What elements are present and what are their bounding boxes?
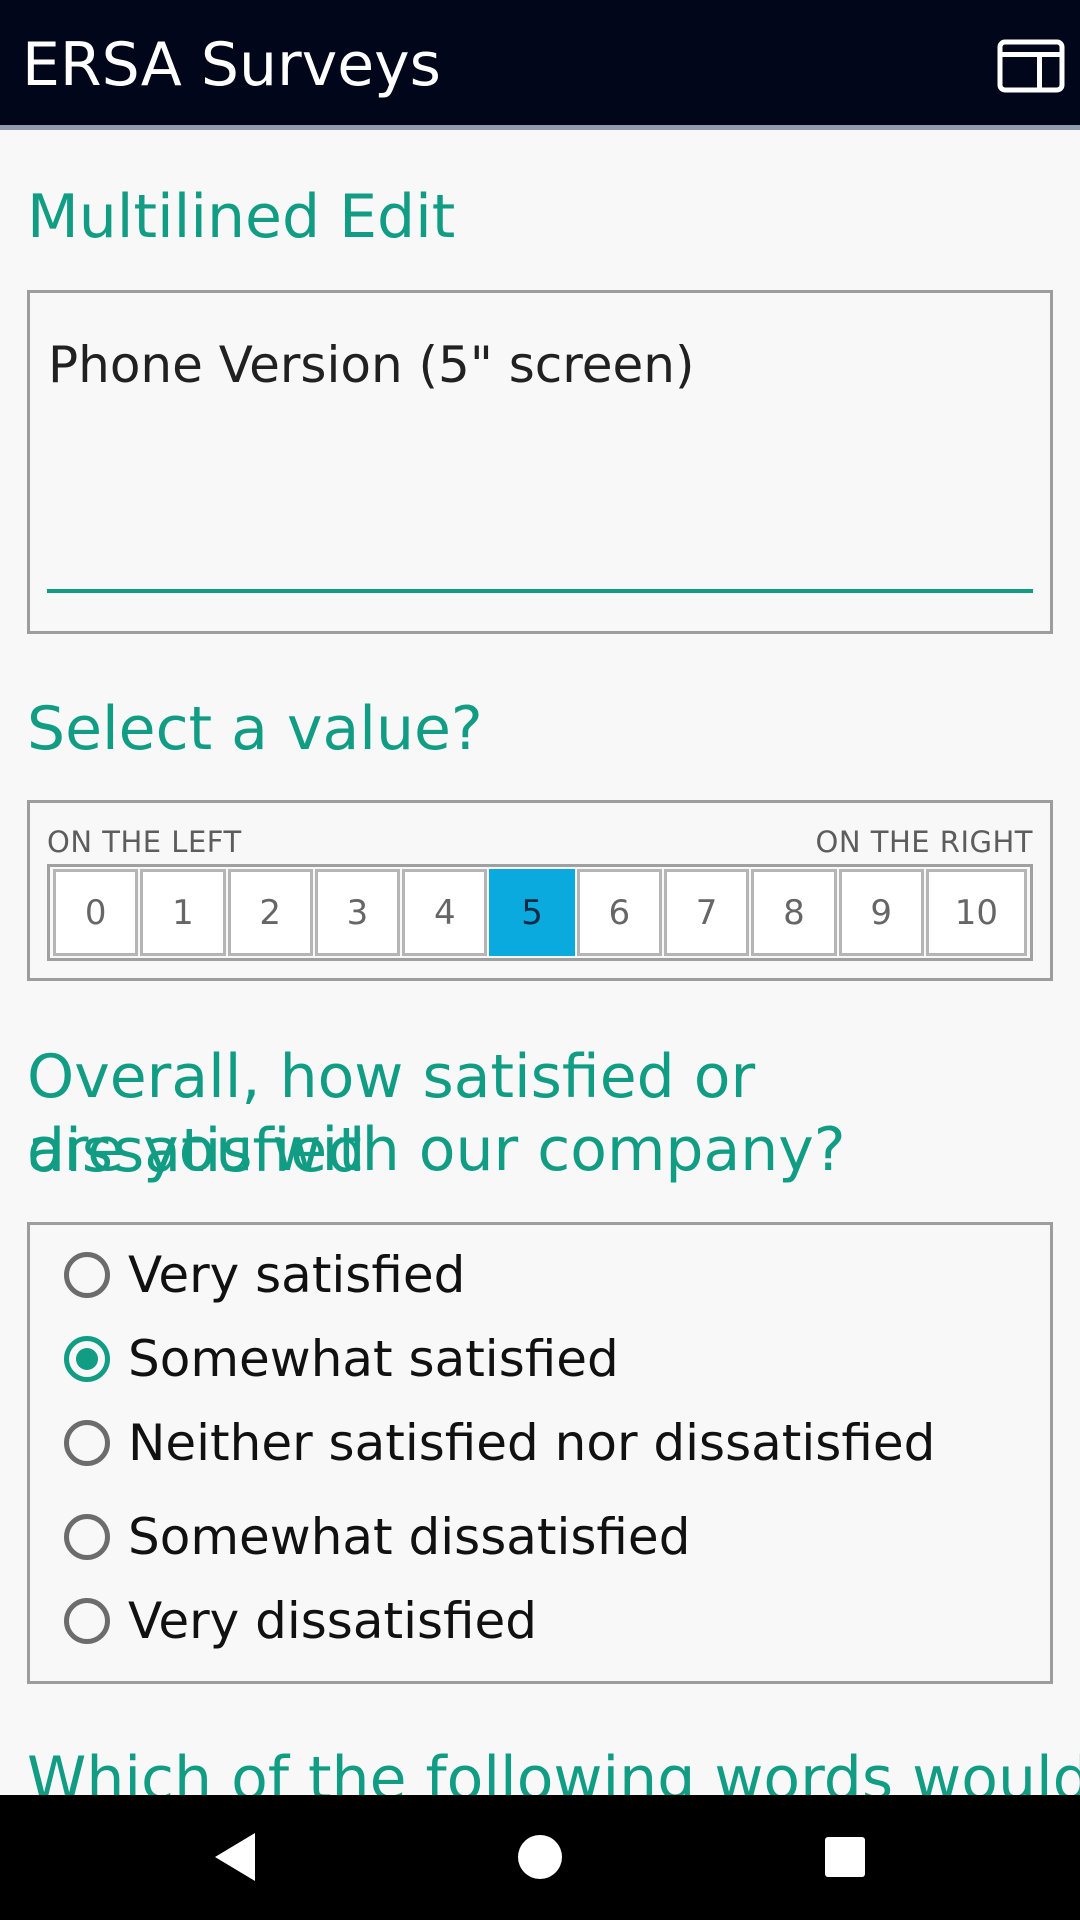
question-title-satisfaction-line2: are you with our company? [27, 1115, 846, 1185]
radio-group-box: Very satisfied Somewhat satisfied Neithe… [27, 1222, 1053, 1684]
radio-label: Neither satisfied nor dissatisfied [128, 1414, 936, 1472]
input-underline [47, 589, 1033, 593]
radio-option-very-dissatisfied[interactable]: Very dissatisfied [64, 1586, 537, 1656]
scale-option-6[interactable]: 6 [576, 869, 662, 956]
scale-option-9[interactable]: 9 [838, 869, 924, 956]
question-title-words: Which of the following words would [27, 1744, 1080, 1795]
radio-label: Very dissatisfied [128, 1592, 538, 1650]
multiline-edit-box: Phone Version (5" screen) [27, 290, 1053, 634]
radio-unchecked-icon[interactable] [64, 1598, 110, 1644]
scale-option-5[interactable]: 5 [489, 869, 575, 956]
scale-right-label: ON THE RIGHT [815, 825, 1033, 859]
radio-unchecked-icon[interactable] [64, 1420, 110, 1466]
scale-option-3[interactable]: 3 [314, 869, 401, 956]
radio-label: Somewhat dissatisfied [128, 1508, 691, 1566]
radio-option-very-satisfied[interactable]: Very satisfied [64, 1240, 465, 1310]
scale-box: ON THE LEFT ON THE RIGHT 0 1 2 3 4 5 6 7… [27, 800, 1053, 981]
app-title: ERSA Surveys [22, 30, 441, 100]
question-title-select-value: Select a value? [27, 694, 483, 764]
radio-option-somewhat-dissatisfied[interactable]: Somewhat dissatisfied [64, 1502, 690, 1572]
radio-unchecked-icon[interactable] [64, 1514, 110, 1560]
survey-content[interactable]: Multilined Edit Phone Version (5" screen… [0, 130, 1080, 1795]
navigation-bar [0, 1795, 1080, 1920]
app-bar: ERSA Surveys [0, 0, 1080, 130]
scale-option-1[interactable]: 1 [140, 869, 226, 956]
radio-unchecked-icon[interactable] [64, 1252, 110, 1298]
radio-label: Somewhat satisfied [128, 1330, 619, 1388]
home-icon[interactable] [510, 1827, 570, 1887]
scale-option-4[interactable]: 4 [402, 869, 488, 956]
scale-options: 0 1 2 3 4 5 6 7 8 9 10 [47, 864, 1033, 961]
window-mode-icon[interactable] [996, 38, 1066, 94]
back-icon[interactable] [205, 1827, 265, 1887]
scale-option-10[interactable]: 10 [925, 869, 1027, 956]
radio-option-neither[interactable]: Neither satisfied nor dissatisfied [64, 1408, 935, 1478]
question-title-multiline: Multilined Edit [27, 182, 456, 252]
scale-option-8[interactable]: 8 [751, 869, 837, 956]
scale-option-0[interactable]: 0 [53, 869, 139, 956]
recents-icon[interactable] [815, 1827, 875, 1887]
radio-option-somewhat-satisfied[interactable]: Somewhat satisfied [64, 1324, 619, 1394]
multiline-edit-input[interactable]: Phone Version (5" screen) [48, 333, 694, 397]
radio-checked-icon[interactable] [64, 1336, 110, 1382]
scale-option-2[interactable]: 2 [227, 869, 313, 956]
radio-label: Very satisfied [128, 1246, 466, 1304]
scale-left-label: ON THE LEFT [47, 825, 242, 859]
scale-option-7[interactable]: 7 [663, 869, 750, 956]
